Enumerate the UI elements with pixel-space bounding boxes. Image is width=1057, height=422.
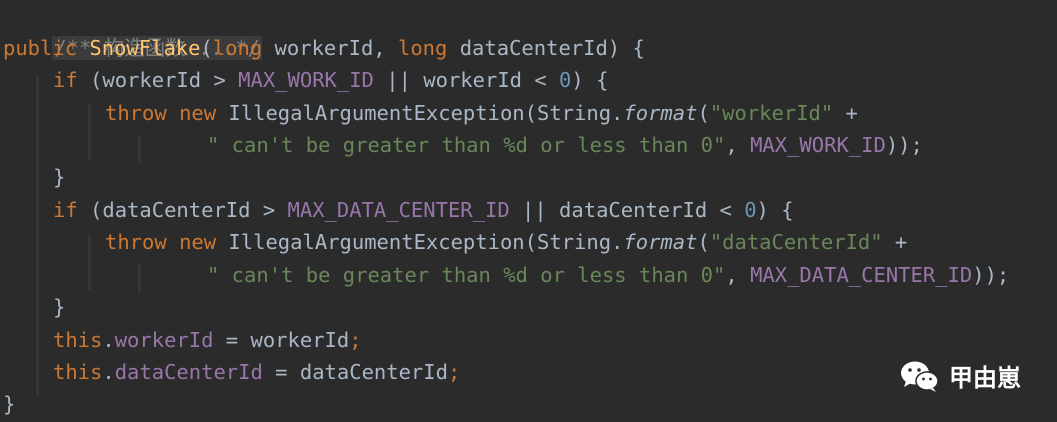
code-text: )); <box>972 263 1010 287</box>
indent-guide <box>88 235 91 290</box>
indent-guide <box>138 265 141 293</box>
code-text: (dataCenterId > <box>77 198 288 222</box>
code-text: || workerId < <box>373 68 560 92</box>
field-data-center-id: dataCenterId <box>114 360 263 384</box>
code-line-assign-worker: this.workerId = workerId; <box>53 324 362 356</box>
code-editor[interactable]: /** 构造函数 ...*/ public SnowFlake(long wor… <box>0 0 1057 422</box>
code-line-throw-worker: throw new IllegalArgumentException(Strin… <box>105 97 858 129</box>
field-worker-id: workerId <box>114 328 214 352</box>
code-line-close-brace: } <box>53 161 65 193</box>
number-literal: 0 <box>744 198 757 222</box>
code-text: || dataCenterId < <box>509 198 745 222</box>
code-line-close-brace: } <box>53 291 65 323</box>
keyword-this: this <box>53 360 103 384</box>
string-literal: " can't be greater than %d or less than … <box>207 133 726 157</box>
code-text: + <box>833 101 858 125</box>
closing-brace: } <box>53 165 66 189</box>
code-text: (workerId > <box>77 68 239 92</box>
keyword-this: this <box>53 328 103 352</box>
keyword-new: new <box>179 101 217 125</box>
string-literal: " can't be greater than %d or less than … <box>207 263 726 287</box>
closing-brace: } <box>3 392 16 416</box>
code-line-throw-datacenter: throw new IllegalArgumentException(Strin… <box>105 226 907 258</box>
code-text: = workerId <box>213 328 350 352</box>
code-text: )); <box>885 133 923 157</box>
code-text: = dataCenterId <box>262 360 448 384</box>
constant-max-work-id: MAX_WORK_ID <box>238 68 374 92</box>
code-text: ( <box>697 101 710 125</box>
constant-max-data-center-id: MAX_DATA_CENTER_ID <box>287 198 510 222</box>
keyword-if: if <box>53 68 78 92</box>
code-line-message-worker: " can't be greater than %d or less than … <box>207 129 923 161</box>
code-line-constructor-signature: public SnowFlake(long workerId, long dat… <box>3 32 645 64</box>
closing-brace: } <box>53 295 66 319</box>
param-text: workerId, <box>262 36 398 60</box>
code-line-if-datacenter: if (dataCenterId > MAX_DATA_CENTER_ID ||… <box>53 194 794 226</box>
string-literal: "workerId" <box>709 101 834 125</box>
watermark-text: 甲由崽 <box>949 364 1021 392</box>
code-text: , <box>725 263 751 287</box>
constant-max-data-center-id: MAX_DATA_CENTER_ID <box>750 263 973 287</box>
code-text: ( <box>697 230 710 254</box>
code-text: IllegalArgumentException(String. <box>216 101 624 125</box>
method-format: format <box>623 230 698 254</box>
number-literal: 0 <box>559 68 572 92</box>
indent-guide <box>138 135 141 163</box>
code-text: IllegalArgumentException(String. <box>216 230 624 254</box>
param-text: dataCenterId) { <box>447 36 645 60</box>
code-line-message-datacenter: " can't be greater than %d or less than … <box>207 259 1009 291</box>
dot: . <box>102 360 115 384</box>
indent-guide <box>36 75 39 395</box>
keyword-throw: throw <box>105 101 167 125</box>
code-line-close-brace: } <box>3 388 15 420</box>
keyword-long: long <box>397 36 448 60</box>
keyword-if: if <box>53 198 78 222</box>
semicolon: ; <box>349 328 362 352</box>
wechat-icon <box>901 361 939 392</box>
open-paren: ( <box>200 36 213 60</box>
code-text: , <box>725 133 751 157</box>
code-text: + <box>882 230 908 254</box>
indent-guide <box>88 105 91 160</box>
keyword-new: new <box>179 230 217 254</box>
method-format: format <box>623 101 698 125</box>
semicolon: ; <box>447 360 461 384</box>
code-line-comment: /** 构造函数 ...*/ <box>3 0 262 60</box>
code-text: ) { <box>571 68 609 92</box>
watermark: 甲由崽 <box>899 358 1021 393</box>
code-text: ) { <box>756 198 794 222</box>
code-line-if-worker: if (workerId > MAX_WORK_ID || workerId <… <box>53 64 608 96</box>
keyword-long: long <box>212 36 263 60</box>
code-line-assign-datacenter: this.dataCenterId = dataCenterId; <box>53 356 460 388</box>
keyword-throw: throw <box>105 230 167 254</box>
constant-max-work-id: MAX_WORK_ID <box>750 133 886 157</box>
method-name: SnowFlake <box>89 36 201 60</box>
dot: . <box>102 328 115 352</box>
keyword-public: public <box>3 36 78 60</box>
string-literal: "dataCenterId" <box>709 230 883 254</box>
